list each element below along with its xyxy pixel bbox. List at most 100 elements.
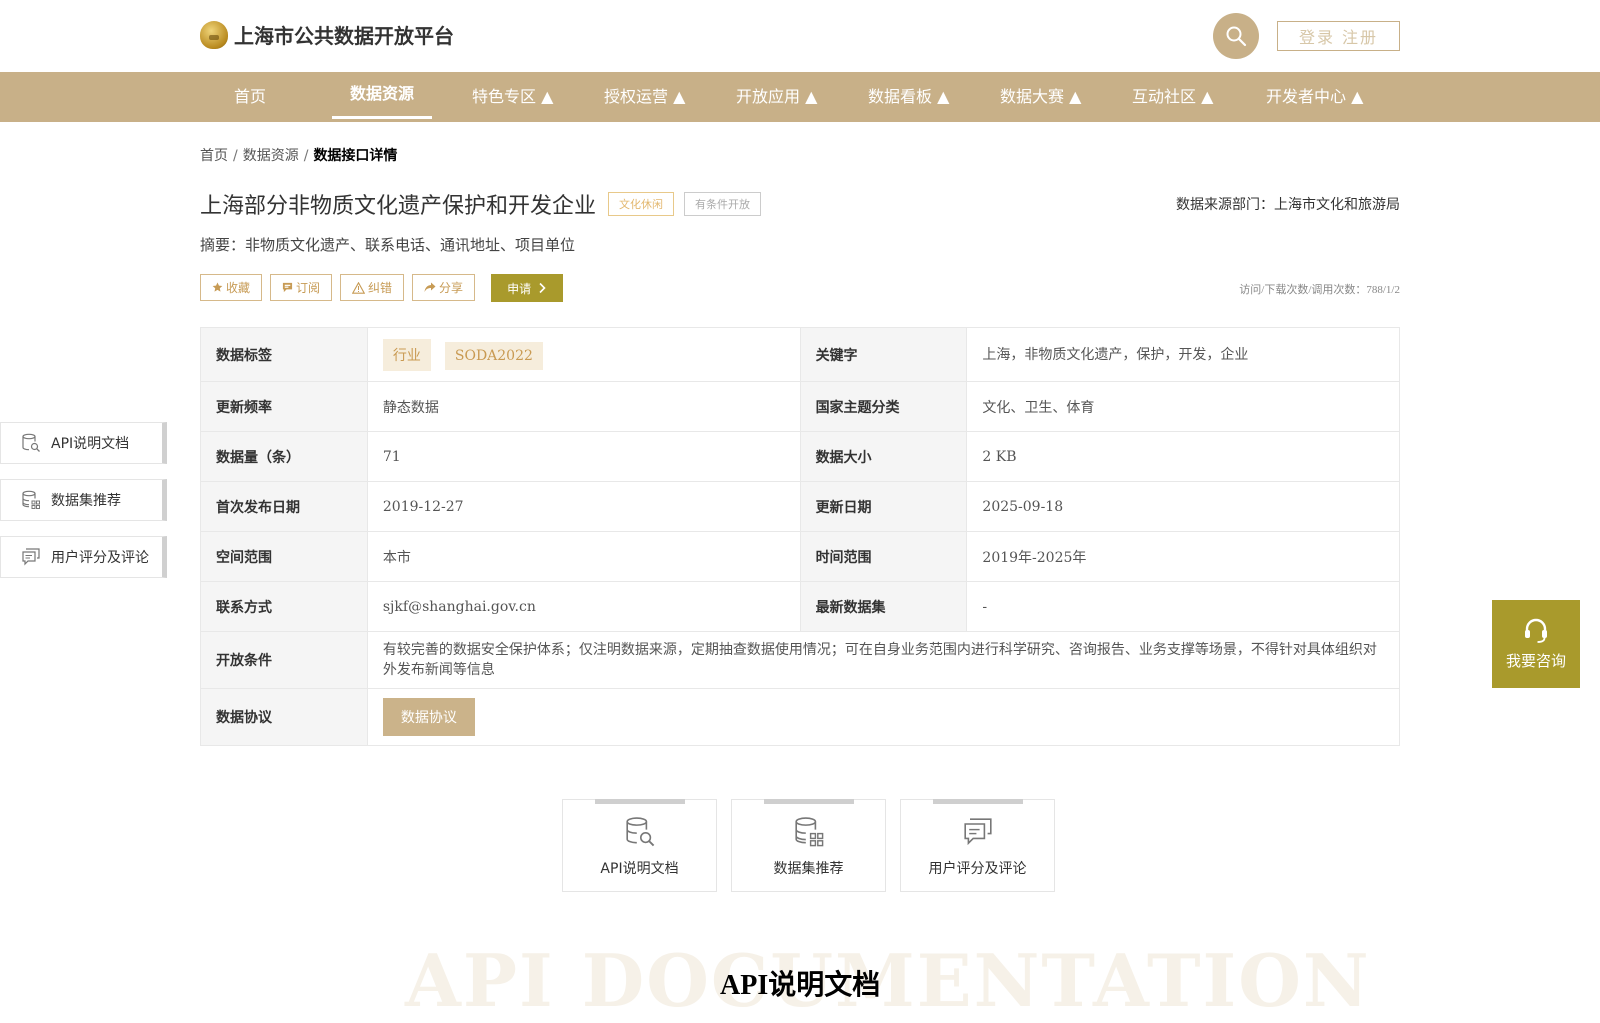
sidebar-item-reviews[interactable]: 用户评分及评论 xyxy=(0,536,167,578)
row-label: 国家主题分类 xyxy=(799,381,968,432)
database-icon xyxy=(794,817,823,847)
consult-button[interactable]: 我要咨询 xyxy=(1492,600,1580,688)
nav-home[interactable]: 首页 xyxy=(234,72,266,122)
sidebar-item-label: 用户评分及评论 xyxy=(51,550,149,566)
first-release-value: 2019-12-27 xyxy=(366,481,801,532)
latest-dataset-value[interactable]: - xyxy=(966,581,1400,632)
consult-label: 我要咨询 xyxy=(1505,651,1566,670)
subscribe-button[interactable]: 订阅 xyxy=(270,274,333,301)
breadcrumb-resources[interactable]: 数据资源 xyxy=(243,148,299,164)
share-button[interactable]: 分享 xyxy=(412,274,476,301)
nav-authorized-operation[interactable]: 授权运营 ▲ xyxy=(604,72,685,122)
report-error-button[interactable]: 纠错 xyxy=(340,274,405,301)
favorite-label: 收藏 xyxy=(226,281,251,295)
title-row: 上海部分非物质文化遗产保护和开发企业 文化休闲 有条件开放 xyxy=(200,188,762,220)
card-label: 用户评分及评论 xyxy=(928,861,1027,877)
row-label: 联系方式 xyxy=(200,581,368,632)
open-type-tag: 有条件开放 xyxy=(684,192,762,216)
table-row: 首次发布日期 2019-12-27 更新日期 2025-09-18 xyxy=(200,481,1400,532)
main-nav: 首页 数据资源 特色专区 ▲ 授权运营 ▲ 开放应用 ▲ 数据看板 ▲ 数据大赛… xyxy=(0,72,1600,122)
row-label: 最新数据集 xyxy=(799,581,968,632)
search-icon xyxy=(1226,26,1247,47)
login-register-button[interactable]: 登录 注册 xyxy=(1277,21,1400,51)
nav-data-dashboard[interactable]: 数据看板 ▲ xyxy=(868,72,949,122)
sidebar-item-label: 数据集推荐 xyxy=(51,493,121,509)
row-label: 开放条件 xyxy=(200,631,368,689)
apply-label: 申请 xyxy=(507,281,532,296)
nav-special-zone[interactable]: 特色专区 ▲ xyxy=(472,72,553,122)
sidebar-item-label: API说明文档 xyxy=(51,436,130,452)
table-row: 数据量（条） 71 数据大小 2 KB xyxy=(200,431,1400,482)
update-value: 2025-09-18 xyxy=(966,481,1400,532)
visit-stats: 访问/下载次数/调用次数：788/1/2 xyxy=(1239,284,1400,296)
table-row: 联系方式 sjkf@shanghai.gov.cn 最新数据集 - xyxy=(200,581,1400,632)
section-title: API说明文档 xyxy=(720,970,881,1001)
table-row: 数据标签 行业 SODA2022 关键字 上海，非物质文化遗产，保护，开发，企业 xyxy=(200,327,1400,382)
size-value: 2 KB xyxy=(966,431,1400,482)
subscribe-icon xyxy=(282,282,293,293)
contact-value: sjkf@shanghai.gov.cn xyxy=(366,581,801,632)
conditions-value: 有较完善的数据安全保护体系；仅注明数据来源，定期抽查数据使用情况；可在自身业务范… xyxy=(366,631,1401,689)
section-cards: API说明文档 数据集推荐 用户评分及评论 xyxy=(562,799,1069,892)
breadcrumb-separator: / xyxy=(233,148,238,164)
data-tag-chip[interactable]: 行业 xyxy=(382,338,431,371)
report-error-label: 纠错 xyxy=(368,281,393,295)
apply-button[interactable]: 申请 xyxy=(491,274,564,302)
nav-open-apps[interactable]: 开放应用 ▲ xyxy=(736,72,817,122)
star-icon xyxy=(212,282,223,292)
warning-icon xyxy=(352,281,366,294)
nav-active-indicator xyxy=(332,116,432,119)
row-label: 更新频率 xyxy=(200,381,368,432)
row-label: 数据量（条） xyxy=(200,431,368,482)
theme-value: 文化、卫生、体育 xyxy=(966,381,1400,432)
action-bar: 收藏 订阅 纠错 分享 申请 xyxy=(200,274,564,302)
tags-cell: 行业 SODA2022 xyxy=(366,327,801,382)
row-label: 首次发布日期 xyxy=(200,481,368,532)
row-label: 空间范围 xyxy=(200,531,368,582)
breadcrumb-separator: / xyxy=(303,148,309,164)
category-tag[interactable]: 文化休闲 xyxy=(608,192,675,216)
source-department: 数据来源部门：上海市文化和旅游局 xyxy=(1176,197,1400,213)
database-icon xyxy=(22,490,40,509)
subscribe-label: 订阅 xyxy=(296,281,321,295)
count-value: 71 xyxy=(366,431,801,482)
row-label: 时间范围 xyxy=(799,531,968,582)
card-label: 数据集推荐 xyxy=(773,861,844,877)
site-title: 上海市公共数据开放平台 xyxy=(234,24,454,48)
nav-data-resources[interactable]: 数据资源 xyxy=(350,72,414,122)
breadcrumb: 首页 / 数据资源 / 数据接口详情 xyxy=(200,145,397,165)
comment-icon xyxy=(963,818,992,846)
summary: 摘要：非物质文化遗产、联系电话、通讯地址、项目单位 xyxy=(200,236,576,254)
site-logo[interactable]: 上海市公共数据开放平台 xyxy=(200,20,454,49)
nav-developer-center[interactable]: 开发者中心 ▲ xyxy=(1266,72,1363,122)
row-label: 更新日期 xyxy=(799,481,968,532)
card-api-doc[interactable]: API说明文档 xyxy=(562,799,717,892)
row-label: 数据协议 xyxy=(200,688,368,746)
nav-data-competition[interactable]: 数据大赛 ▲ xyxy=(1000,72,1081,122)
logo-emblem-icon xyxy=(200,20,228,49)
sidebar-item-api-doc[interactable]: API说明文档 xyxy=(0,422,167,464)
comment-icon xyxy=(22,548,40,566)
card-dataset-recommend[interactable]: 数据集推荐 xyxy=(731,799,886,892)
chevron-right-icon xyxy=(539,282,546,294)
row-label: 数据标签 xyxy=(200,327,368,382)
time-value: 2019年-2025年 xyxy=(966,531,1400,582)
card-reviews[interactable]: 用户评分及评论 xyxy=(900,799,1055,892)
search-button[interactable] xyxy=(1213,13,1259,59)
table-row: 空间范围 本市 时间范围 2019年-2025年 xyxy=(200,531,1400,582)
favorite-button[interactable]: 收藏 xyxy=(200,274,263,301)
sidebar-item-dataset-recommend[interactable]: 数据集推荐 xyxy=(0,479,167,521)
data-tag-chip[interactable]: SODA2022 xyxy=(444,341,543,370)
data-protocol-button[interactable]: 数据协议 xyxy=(382,698,475,736)
nav-community[interactable]: 互动社区 ▲ xyxy=(1132,72,1213,122)
doc-search-icon xyxy=(22,433,40,452)
breadcrumb-current: 数据接口详情 xyxy=(313,148,398,164)
row-label: 关键字 xyxy=(799,327,968,382)
frequency-value: 静态数据 xyxy=(366,381,801,432)
table-row: 开放条件 有较完善的数据安全保护体系；仅注明数据来源，定期抽查数据使用情况；可在… xyxy=(200,631,1401,689)
table-row: 数据协议 数据协议 xyxy=(200,688,1401,746)
share-label: 分享 xyxy=(439,281,464,295)
breadcrumb-home[interactable]: 首页 xyxy=(200,148,228,164)
card-label: API说明文档 xyxy=(600,861,679,877)
share-icon xyxy=(424,282,436,292)
